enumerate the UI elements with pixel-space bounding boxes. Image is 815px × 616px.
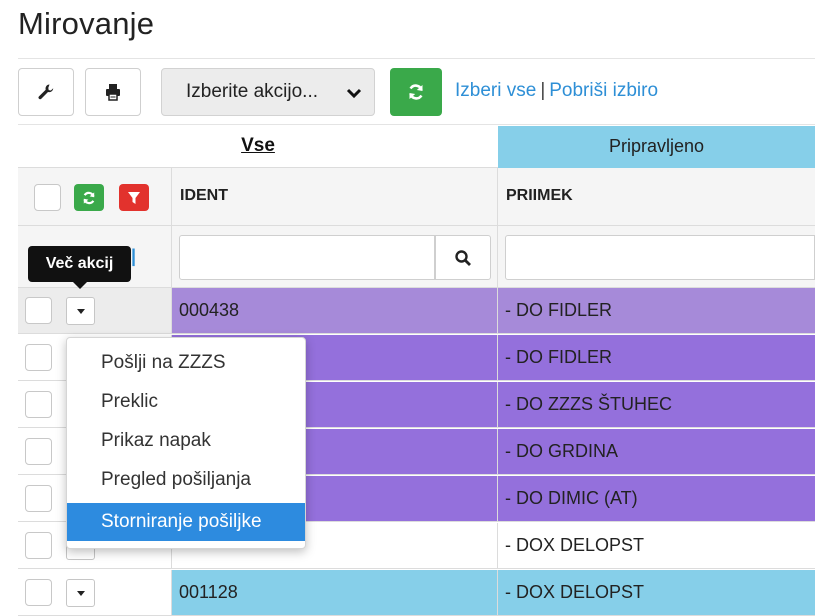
toolbar: Izberite akcijo... Izberi vse | Pobriši iz… (18, 68, 815, 116)
priimek-cell: - DO ZZZS ŠTUHEC (498, 382, 815, 428)
more-actions-tooltip: Več akcij (28, 246, 131, 289)
ident-filter-input[interactable] (179, 235, 435, 280)
ident-value: 001128 (179, 582, 238, 602)
priimek-cell: - DO FIDLER (498, 335, 815, 381)
menu-item-preklic[interactable]: Preklic (67, 383, 305, 421)
priimek-value: - DO ZZZS ŠTUHEC (505, 394, 672, 414)
title-divider (18, 58, 815, 59)
column-header-row: IDENT PRIIMEK (18, 168, 815, 226)
group-header-vse[interactable]: Vse (18, 126, 498, 168)
priimek-cell: - DOX DELOPST (498, 523, 815, 569)
filter-indicator: | (131, 246, 137, 266)
ident-search-button[interactable] (435, 235, 491, 280)
priimek-value: - DO DIMIC (AT) (505, 488, 638, 508)
refresh-button[interactable] (390, 68, 442, 116)
table-row[interactable]: 001128 - DOX DELOPST (18, 570, 815, 616)
row-actions-cell (18, 288, 172, 334)
row-actions-cell (18, 570, 172, 616)
priimek-value: - DO FIDLER (505, 300, 613, 320)
priimek-cell: - DO DIMIC (AT) (498, 476, 815, 522)
refresh-icon (83, 191, 95, 204)
page-title: Mirovanje (18, 6, 155, 41)
ident-cell: 001128 (172, 570, 498, 616)
chevron-down-icon (346, 88, 362, 99)
action-select[interactable]: Izberite akcijo... (161, 68, 375, 116)
row-actions-dropdown[interactable] (66, 579, 95, 607)
row-checkbox[interactable] (25, 297, 52, 324)
select-all-link[interactable]: Izberi vse (455, 80, 536, 101)
priimek-cell: - DOX DELOPST (498, 570, 815, 616)
group-header-pripravljeno[interactable]: Pripravljeno (498, 126, 815, 168)
header-ident-label: IDENT (180, 187, 228, 204)
refresh-icon (409, 84, 423, 100)
column-group-row: Vse Pripravljeno (18, 126, 815, 168)
header-actions-cell (18, 168, 172, 226)
row-checkbox[interactable] (25, 438, 52, 465)
row-checkbox[interactable] (25, 344, 52, 371)
filter-ident-cell (172, 226, 498, 288)
priimek-cell: - DO GRDINA (498, 429, 815, 475)
row-checkbox[interactable] (25, 485, 52, 512)
filter-priimek-cell (498, 226, 815, 288)
filter-button[interactable] (119, 184, 149, 211)
priimek-cell: - DO FIDLER (498, 288, 815, 334)
action-select-value: Izberite akcijo... (186, 81, 318, 102)
row-actions-menu: Pošlji na ZZZS Preklic Prikaz napak Preg… (66, 337, 306, 549)
menu-item-storniranje-posiljke[interactable]: Storniranje pošiljke (67, 503, 305, 541)
row-checkbox[interactable] (25, 532, 52, 559)
row-actions-dropdown[interactable] (66, 297, 95, 325)
header-priimek-label: PRIIMEK (506, 187, 573, 204)
filter-row: | (18, 226, 815, 288)
row-checkbox[interactable] (25, 391, 52, 418)
selection-links: Izberi vse | Pobriši izbiro (455, 80, 658, 102)
row-checkbox[interactable] (25, 579, 52, 606)
print-button[interactable] (85, 68, 141, 116)
priimek-value: - DOX DELOPST (505, 582, 645, 602)
table-row[interactable]: 000438 - DO FIDLER (18, 288, 815, 334)
priimek-value: - DOX DELOPST (505, 535, 645, 555)
ident-value: 000438 (179, 300, 240, 320)
printer-icon (106, 84, 120, 101)
filter-icon (128, 191, 140, 204)
menu-item-pregled-posiljanja[interactable]: Pregled pošiljanja (67, 461, 305, 499)
clear-selection-link[interactable]: Pobriši izbiro (549, 80, 658, 101)
header-priimek[interactable]: PRIIMEK (498, 168, 815, 226)
toolbar-divider (18, 124, 815, 125)
priimek-value: - DO FIDLER (505, 347, 613, 367)
menu-item-prikaz-napak[interactable]: Prikaz napak (67, 422, 305, 460)
priimek-filter-input[interactable] (505, 235, 815, 280)
menu-item-poslji-na-zzzs[interactable]: Pošlji na ZZZS (67, 344, 305, 382)
grid-refresh-button[interactable] (74, 184, 104, 211)
wrench-icon (38, 84, 54, 100)
settings-button[interactable] (18, 68, 74, 116)
priimek-value: - DO GRDINA (505, 441, 619, 461)
ident-cell: 000438 (172, 288, 498, 334)
link-separator: | (540, 80, 546, 101)
select-all-checkbox[interactable] (34, 184, 61, 211)
search-icon (455, 249, 471, 266)
header-ident[interactable]: IDENT (172, 168, 498, 226)
